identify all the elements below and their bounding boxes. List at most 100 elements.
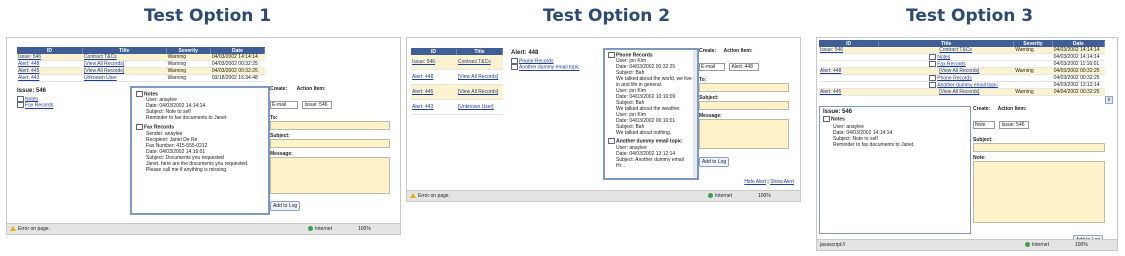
- row-title[interactable]: Phone Records: [879, 74, 1014, 81]
- action-item-select[interactable]: Alert: 448: [729, 63, 760, 71]
- row-id[interactable]: Issue: 546: [819, 47, 879, 53]
- fax-icon: [17, 102, 24, 109]
- option-1-title: Test Option 1: [144, 6, 272, 26]
- row-title[interactable]: [View All Records]: [879, 68, 1014, 74]
- table-row[interactable]: Alert: 445 [View All Records] Warning 04/04…: [819, 89, 1105, 96]
- subject-field[interactable]: [699, 101, 789, 110]
- message-field[interactable]: [270, 157, 390, 194]
- zoom-level[interactable]: 100%: [358, 226, 371, 232]
- col-date[interactable]: Date: [1053, 40, 1105, 47]
- hide-alert-link[interactable]: Hide Alert: [744, 179, 766, 185]
- table-row[interactable]: Alert: 443 [Unknown User]: [411, 100, 503, 115]
- create-select[interactable]: Note: [973, 121, 995, 129]
- to-field[interactable]: [270, 121, 390, 130]
- list-item[interactable]: Another dummy email topic: [511, 64, 603, 71]
- row-date: 04/03/2002 00:32:25: [1053, 75, 1100, 81]
- note-field[interactable]: [973, 161, 1105, 223]
- row-id[interactable]: Alert: 443: [411, 104, 457, 110]
- status-text[interactable]: Error on page.: [418, 193, 450, 199]
- row-id[interactable]: Issue: 546: [17, 54, 83, 60]
- col-title[interactable]: Title: [457, 48, 503, 55]
- col-severity[interactable]: Severity: [167, 47, 211, 54]
- table-row[interactable]: Alert: 445 [View All Records]: [411, 85, 503, 100]
- col-id[interactable]: ID: [819, 40, 880, 47]
- create-select[interactable]: E-mail: [699, 63, 725, 71]
- table-row[interactable]: Alert: 443 Unknown User Warning 03/18/20…: [17, 75, 265, 82]
- list-item[interactable]: Fax Records: [17, 102, 127, 109]
- warning-icon: [10, 226, 16, 232]
- grid-header: ID Title: [411, 48, 503, 55]
- row-id[interactable]: Alert: 445: [17, 68, 83, 74]
- records-grid: ID Title Severity Date Issue: 546 Contrac…: [819, 40, 1105, 96]
- table-row[interactable]: Fax Records 04/03/2002 11:16:01: [819, 60, 1105, 68]
- zone-text: Internet: [1032, 242, 1049, 248]
- row-title[interactable]: Another dummy email topic: [879, 81, 1014, 88]
- show-alert-link[interactable]: Show Alert: [770, 179, 794, 185]
- table-row[interactable]: Issue: 546 Contract T&Cs Warning 04/03/2…: [17, 54, 265, 61]
- row-title[interactable]: [View All Records]: [83, 68, 167, 74]
- detail-line: Hi ...: [616, 162, 627, 169]
- table-row[interactable]: Alert: 448 [View All Records]: [411, 70, 503, 85]
- col-id[interactable]: ID: [411, 48, 457, 55]
- subject-field[interactable]: [973, 143, 1105, 152]
- row-title[interactable]: [View All Records]: [879, 89, 1014, 95]
- col-date[interactable]: Date: [211, 47, 265, 54]
- table-row[interactable]: Alert: 445 [View All Records] Warning 04…: [17, 68, 265, 75]
- chevron-down-icon[interactable]: v: [1105, 96, 1113, 104]
- phone-icon: [608, 52, 615, 58]
- col-title[interactable]: Title: [879, 40, 1015, 47]
- table-row[interactable]: Alert: 448 [View All Records] Warning 04…: [17, 61, 265, 68]
- row-id[interactable]: Alert: 443: [17, 75, 83, 81]
- row-id[interactable]: Alert: 448: [819, 68, 879, 74]
- row-date: 04/03/2002 13:12:14: [1053, 82, 1100, 88]
- row-title[interactable]: Contract T&Cs: [457, 59, 503, 65]
- row-title[interactable]: [View All Records]: [457, 89, 503, 95]
- status-bar: Error on page. Internet 100%: [407, 190, 800, 201]
- message-field[interactable]: [699, 119, 789, 149]
- row-id[interactable]: Alert: 448: [17, 61, 83, 67]
- row-title[interactable]: Unknown User: [83, 75, 167, 81]
- note-icon: [823, 116, 830, 122]
- scrollbar[interactable]: [693, 50, 697, 178]
- row-id[interactable]: Alert: 445: [411, 89, 457, 95]
- status-text[interactable]: Error on page.: [18, 226, 50, 232]
- note-icon: [17, 96, 24, 102]
- email-icon: [511, 64, 518, 71]
- col-id[interactable]: ID: [17, 47, 83, 54]
- row-title[interactable]: Notes: [879, 53, 1014, 60]
- col-severity[interactable]: Severity: [1014, 40, 1053, 47]
- row-title[interactable]: Fax Records: [879, 60, 1014, 67]
- add-to-log-button[interactable]: Add to Log: [699, 157, 730, 167]
- email-topic-link[interactable]: Another dummy email topic: [519, 65, 580, 71]
- table-row[interactable]: Another dummy email topic 04/03/2002 13:1…: [819, 81, 1105, 89]
- option-2-title: Test Option 2: [543, 6, 671, 26]
- issue-title: Issue: 546: [823, 109, 853, 115]
- row-title[interactable]: [View All Records]: [457, 74, 503, 80]
- fax-records-link[interactable]: Fax Records: [25, 103, 53, 109]
- row-id[interactable]: Alert: 445: [819, 89, 879, 95]
- create-select[interactable]: E-mail: [270, 101, 298, 109]
- action-item-select[interactable]: Issue: 546: [999, 121, 1030, 129]
- action-item-select[interactable]: Issue: 546: [302, 101, 333, 109]
- row-title[interactable]: Contract T&Cs: [83, 54, 167, 60]
- row-title[interactable]: Contract T&Cs: [879, 47, 1014, 53]
- row-severity: Warning: [1015, 89, 1034, 95]
- alert-title: Alert: 448: [511, 50, 539, 56]
- row-title[interactable]: [View All Records]: [83, 61, 167, 67]
- col-title[interactable]: Title: [83, 47, 167, 54]
- to-field[interactable]: [699, 83, 789, 92]
- row-id[interactable]: Issue: 546: [411, 59, 457, 65]
- table-row[interactable]: Issue: 546 Contract T&Cs: [411, 55, 503, 70]
- row-title[interactable]: [Unknown User]: [457, 104, 503, 110]
- zone-text: Internet: [715, 193, 732, 199]
- zoom-level[interactable]: 100%: [758, 193, 771, 199]
- alert-summary: Alert: 448 Phone Records Another dummy e…: [511, 50, 603, 71]
- zoom-level[interactable]: 100%: [1075, 242, 1088, 248]
- option-1-screenshot: ID Title Severity Date Issue: 546 Contra…: [6, 37, 401, 235]
- fax-icon: [929, 60, 937, 67]
- email-icon: [608, 138, 615, 145]
- subject-field[interactable]: [270, 139, 390, 148]
- option-3-title: Test Option 3: [906, 6, 1034, 26]
- add-to-log-button[interactable]: Add to Log: [270, 201, 301, 211]
- row-id[interactable]: Alert: 448: [411, 74, 457, 80]
